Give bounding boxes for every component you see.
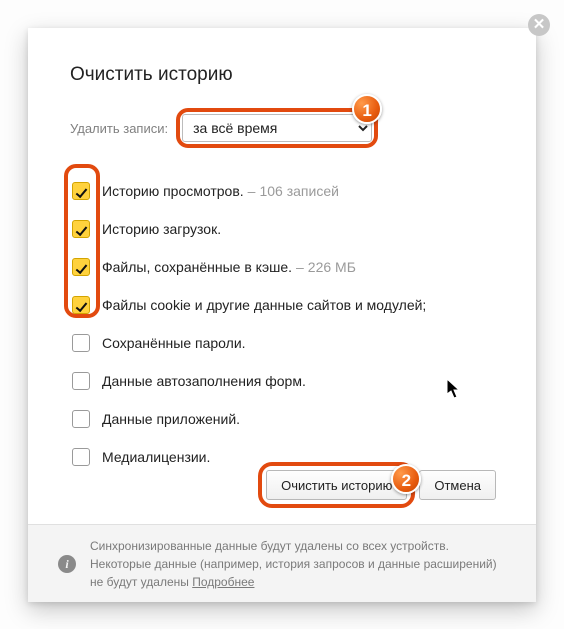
option-row: Сохранённые пароли. <box>72 324 496 362</box>
close-icon[interactable]: ✕ <box>528 14 550 36</box>
checkbox-autofill[interactable] <box>72 372 90 390</box>
option-row: Файлы cookie и другие данные сайтов и мо… <box>72 286 496 324</box>
checkbox-cache[interactable] <box>72 258 90 276</box>
dialog-title: Очистить историю <box>70 64 496 86</box>
option-row: Данные автозаполнения форм. <box>72 362 496 400</box>
learn-more-link[interactable]: Подробнее <box>192 575 254 589</box>
option-row: Историю просмотров.–106 записей <box>72 172 496 210</box>
option-extra: 226 МБ <box>308 259 356 275</box>
checkbox-cookies[interactable] <box>72 296 90 314</box>
footer-text: Синхронизированные данные будут удалены … <box>90 539 497 589</box>
info-icon: i <box>58 555 76 573</box>
option-extra: 106 записей <box>259 183 338 199</box>
option-label: Данные приложений. <box>102 411 240 427</box>
annotation-badge-1: 1 <box>352 94 382 124</box>
clear-history-button[interactable]: Очистить историю <box>266 470 407 500</box>
option-label: Сохранённые пароли. <box>102 335 246 351</box>
option-row: Файлы, сохранённые в кэше.–226 МБ <box>72 248 496 286</box>
option-label: Медиалицензии. <box>102 449 210 465</box>
checkbox-download-history[interactable] <box>72 220 90 238</box>
option-label: Файлы cookie и другие данные сайтов и мо… <box>102 297 426 313</box>
checkbox-media-licenses[interactable] <box>72 448 90 466</box>
time-range-select[interactable]: за всё время <box>182 114 372 142</box>
checkbox-app-data[interactable] <box>72 410 90 428</box>
checkbox-browsing-history[interactable] <box>72 182 90 200</box>
footer-note: i Синхронизированные данные будут удален… <box>28 524 536 602</box>
option-label: Историю загрузок. <box>102 221 221 237</box>
option-row: Данные приложений. <box>72 400 496 438</box>
option-label: Данные автозаполнения форм. <box>102 373 306 389</box>
option-row: Историю загрузок. <box>72 210 496 248</box>
option-label: Историю просмотров. <box>102 183 244 199</box>
cancel-button[interactable]: Отмена <box>419 470 496 500</box>
options-list: Историю просмотров.–106 записей Историю … <box>72 172 496 476</box>
option-label: Файлы, сохранённые в кэше. <box>102 259 292 275</box>
checkbox-passwords[interactable] <box>72 334 90 352</box>
clear-history-dialog: ✕ Очистить историю Удалить записи: 1 за … <box>28 28 536 602</box>
range-label: Удалить записи: <box>70 121 168 136</box>
annotation-badge-2: 2 <box>391 464 421 494</box>
